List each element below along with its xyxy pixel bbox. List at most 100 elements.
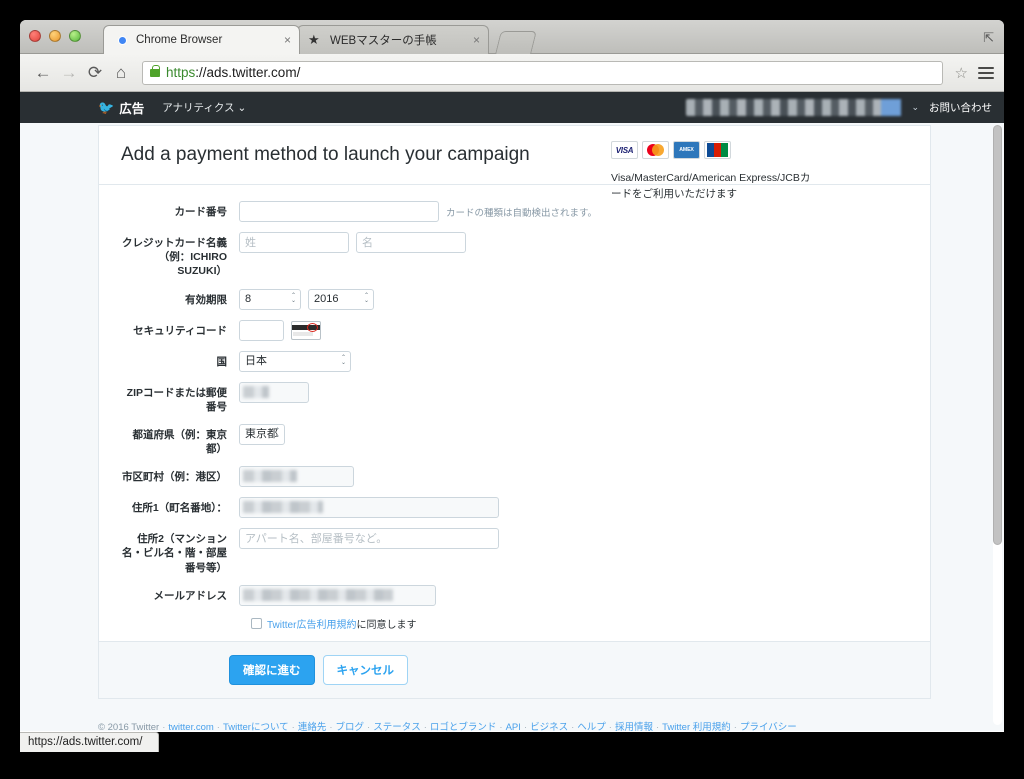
footer-link[interactable]: プライバシー xyxy=(740,722,797,731)
chrome-logo-icon xyxy=(114,32,130,48)
tab-title: Chrome Browser xyxy=(136,34,223,46)
nav-item-analytics[interactable]: アナリティクス ⌄ xyxy=(162,100,246,115)
address1-value-redacted xyxy=(243,501,323,514)
status-bar: https://ads.twitter.com/ xyxy=(20,732,160,752)
browser-window: Chrome Browser × ★ WEBマスターの手帳 × ⇱ ← → ⟳ … xyxy=(20,20,1004,732)
navbar-right: ⌄ お問い合わせ xyxy=(686,99,992,116)
account-name-redacted[interactable] xyxy=(686,99,902,116)
card-logos: VISA AMEX xyxy=(611,141,811,159)
footer-link[interactable]: ビジネス xyxy=(530,722,568,731)
label-security-code: セキュリティコード xyxy=(133,324,227,337)
address-bar[interactable]: https://ads.twitter.com/ xyxy=(142,60,943,85)
footer-link[interactable]: Twitter 利用規約 xyxy=(662,722,731,731)
label-prefecture: 都道府県（例：東京都） xyxy=(132,428,228,456)
field-row-expiry: 有効期限 8 2016 xyxy=(121,288,908,310)
back-button[interactable]: ← xyxy=(30,63,56,83)
agree-terms-checkbox[interactable] xyxy=(251,617,262,629)
footer-link[interactable]: twitter.com xyxy=(168,722,213,731)
agree-terms-row: Twitter広告利用規約に同意します xyxy=(251,616,908,631)
security-code-input[interactable] xyxy=(239,319,284,341)
footer-links: · twitter.com · Twitterについて · 連絡先 · ブログ · ステータス · ロ… xyxy=(162,722,797,731)
field-row-country: 国 日本 xyxy=(121,350,908,372)
accepted-cards-note: Visa/MasterCard/American Express/JCBカードを… xyxy=(611,172,811,201)
field-row-email: メールアドレス xyxy=(121,584,908,606)
analytics-label: アナリティクス xyxy=(162,102,235,114)
field-row-security-code: セキュリティコード xyxy=(121,319,908,341)
footer-link[interactable]: ロゴとブランド xyxy=(430,722,497,731)
page-viewport: 🐦 広告 アナリティクス ⌄ ⌄ お問い合わせ Add a payment me… xyxy=(20,92,1004,731)
field-row-card-number: カード番号 カードの種類は自動検出されます。 xyxy=(121,201,908,222)
submit-button[interactable]: 確認に進む xyxy=(229,654,315,685)
footer-copyright: © 2016 Twitter xyxy=(98,722,160,731)
footer-link[interactable]: Twitterについて xyxy=(223,722,289,731)
url-rest: ://ads.twitter.com/ xyxy=(195,65,301,80)
label-address1: 住所1（町名番地）： xyxy=(131,502,227,515)
tab-web-master[interactable]: ★ WEBマスターの手帳 × xyxy=(297,25,489,54)
form-button-bar: 確認に進む キャンセル xyxy=(98,641,931,699)
field-row-address2: 住所2（マンション名・ビル名・階・部屋番号等） xyxy=(121,528,908,575)
tab-chrome-browser[interactable]: Chrome Browser × xyxy=(103,25,300,54)
address2-input[interactable] xyxy=(239,528,499,550)
footer-link[interactable]: ヘルプ xyxy=(577,722,606,731)
browser-toolbar: ← → ⟳ ⌂ https://ads.twitter.com/ ☆ xyxy=(20,54,1004,92)
tab-strip: Chrome Browser × ★ WEBマスターの手帳 × ⇱ xyxy=(20,20,1004,54)
url-scheme: https xyxy=(166,65,196,80)
scrollbar-thumb[interactable] xyxy=(993,125,1002,545)
card-number-hint: カードの種類は自動検出されます。 xyxy=(446,207,598,219)
last-name-input[interactable] xyxy=(239,232,349,253)
tab-title: WEBマスターの手帳 xyxy=(330,35,437,47)
email-value-redacted xyxy=(243,588,393,601)
credit-card-back-icon xyxy=(291,320,321,340)
chevron-down-icon[interactable]: ⌄ xyxy=(911,102,919,113)
fullscreen-icon[interactable]: ⇱ xyxy=(983,30,994,46)
footer-link[interactable]: API xyxy=(506,722,521,731)
new-tab-button[interactable] xyxy=(495,31,537,54)
field-row-address1: 住所1（町名番地）： xyxy=(121,497,908,519)
cancel-button[interactable]: キャンセル xyxy=(322,654,408,685)
footer-link[interactable]: ブログ xyxy=(336,722,365,731)
card-number-input[interactable] xyxy=(239,201,439,222)
minimize-window-button[interactable] xyxy=(49,30,61,42)
chevron-down-icon: ⌄ xyxy=(237,102,247,114)
zip-value-redacted xyxy=(243,385,269,398)
terms-link[interactable]: Twitter広告利用規約 xyxy=(267,620,356,631)
page-content: Add a payment method to launch your camp… xyxy=(98,125,931,699)
accepted-cards-panel: VISA AMEX Visa/MasterCard/American Expre… xyxy=(611,141,811,203)
close-window-button[interactable] xyxy=(29,30,41,42)
label-card-name: クレジットカード名義（例：ICHIRO SUZUKI） xyxy=(122,237,227,278)
jcb-icon xyxy=(704,141,731,159)
page-footer: © 2016 Twitter · twitter.com · Twitterについて · 連… xyxy=(98,720,998,731)
label-address2: 住所2（マンション名・ビル名・階・部屋番号等） xyxy=(122,533,227,574)
bookmark-star-icon[interactable]: ☆ xyxy=(955,64,968,82)
nav-item-contact[interactable]: お問い合わせ xyxy=(929,100,992,115)
label-card-number: カード番号 xyxy=(174,206,228,218)
home-button[interactable]: ⌂ xyxy=(108,63,134,83)
field-row-card-name: クレジットカード名義（例：ICHIRO SUZUKI） xyxy=(121,232,908,279)
label-expiry: 有効期限 xyxy=(185,293,227,306)
close-icon[interactable]: × xyxy=(473,33,480,47)
maximize-window-button[interactable] xyxy=(69,30,81,42)
footer-link[interactable]: ステータス xyxy=(373,722,421,731)
field-row-prefecture: 都道府県（例：東京都） 東京都 xyxy=(121,423,908,456)
hamburger-menu-icon[interactable] xyxy=(978,66,994,79)
forward-button[interactable]: → xyxy=(56,63,82,83)
lock-icon xyxy=(150,64,160,77)
reload-button[interactable]: ⟳ xyxy=(82,63,108,83)
city-value-redacted xyxy=(243,470,297,483)
footer-link[interactable]: 連絡先 xyxy=(298,722,327,731)
payment-form-card: カード番号 カードの種類は自動検出されます。 クレジットカード名義（例：ICHI… xyxy=(98,141,931,642)
brand-label: 広告 xyxy=(119,102,145,116)
star-icon: ★ xyxy=(308,32,320,47)
field-row-zip: ZIPコードまたは郵便番号 xyxy=(121,381,908,414)
twitter-bird-icon: 🐦 xyxy=(98,99,115,115)
prefecture-select[interactable]: 東京都 xyxy=(239,423,285,445)
first-name-input[interactable] xyxy=(356,232,466,253)
prefecture-wrap: 東京都 xyxy=(239,423,285,445)
close-icon[interactable]: × xyxy=(284,33,291,47)
vertical-scrollbar[interactable] xyxy=(993,125,1002,725)
expiry-year-select[interactable]: 2016 xyxy=(308,288,374,310)
country-select[interactable]: 日本 xyxy=(239,350,351,372)
twitter-ads-navbar: 🐦 広告 アナリティクス ⌄ ⌄ お問い合わせ xyxy=(20,92,1004,123)
expiry-month-select[interactable]: 8 xyxy=(239,288,301,310)
footer-link[interactable]: 採用情報 xyxy=(615,722,653,731)
